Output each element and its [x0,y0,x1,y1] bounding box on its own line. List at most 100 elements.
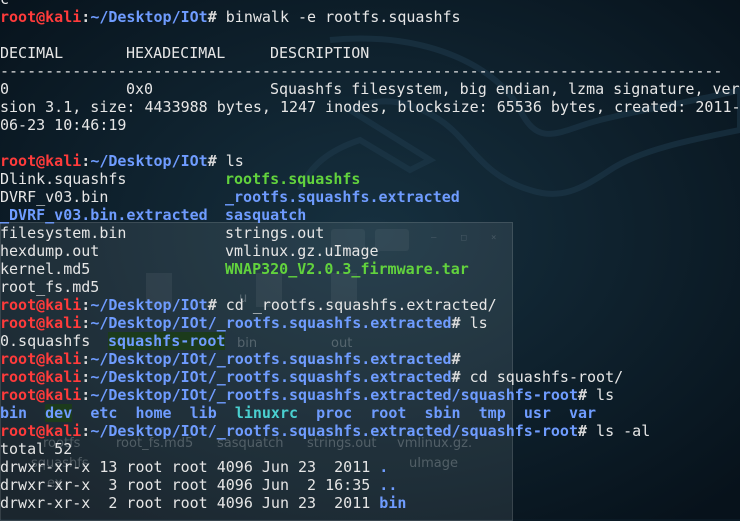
binwalk-result-wrap: 06-23 10:46:19 [0,116,127,134]
ls-entry: var [568,404,597,422]
prompt-separator: : [81,368,91,386]
command-text: ls -al [587,422,651,440]
prompt-line: root@kali:~/Desktop/IOt/_rootfs.squashfs… [0,314,740,332]
result-decimal: 0 [0,80,10,98]
command-text: ls [587,386,615,404]
terminal-line: c [0,0,740,8]
prompt-host: root@kali [0,152,82,170]
result-description: Squashfs filesystem, big endian, lzma si… [270,80,740,98]
prompt-path: ~/Desktop/IOt [90,8,208,26]
ls-entry: _rootfs.squashfs.extracted [225,188,460,206]
ls-entry: vmlinux.gz.uImage [225,242,379,260]
prompt-symbol: # [577,422,588,440]
ls-al-meta: drwxr-xr-x 2 root root 4096 Jun 23 2011 [0,494,380,512]
ls-entry: lib [189,404,217,422]
scrolled-text: c [0,0,9,8]
prompt-line: root@kali:~/Desktop/IOt/_rootfs.squashfs… [0,350,740,368]
prompt-separator: : [81,8,91,26]
prompt-line: root@kali:~/Desktop/IOt/_rootfs.squashfs… [0,386,740,404]
ls-al-meta: drwxr-xr-x 13 root root 4096 Jun 23 2011 [0,458,380,476]
command-text: ls [216,152,244,170]
prompt-path: ~/Desktop/IOt/_rootfs.squashfs.extracted [90,314,452,332]
ls-row: root_fs.md5 [0,278,740,296]
ls-al-row: drwxr-xr-x 3 root root 4096 Jun 2 16:35 … [0,476,740,494]
ls-total: total 52 [0,440,73,458]
ls-al-row: drwxr-xr-x 13 root root 4096 Jun 23 2011… [0,458,740,476]
prompt-host: root@kali [0,422,82,440]
header-description: DESCRIPTION [270,44,370,62]
prompt-path: ~/Desktop/IOt [90,152,208,170]
ls-row: bin dev etc home lib linuxrc proc root s… [0,404,740,422]
result-hexadecimal: 0x0 [126,80,154,98]
ls-entry: strings.out [225,224,325,242]
ls-row: DVRF_v03.bin _rootfs.squashfs.extracted [0,188,740,206]
prompt-path: ~/Desktop/IOt [90,296,208,314]
terminal-output[interactable]: c root@kali:~/Desktop/IOt# binwalk -e ro… [0,0,740,519]
prompt-host: root@kali [0,314,82,332]
prompt-separator: : [81,152,91,170]
ls-entry: _DVRF_v03.bin.extracted [0,206,208,224]
command-text: binwalk -e rootfs.squashfs [216,8,461,26]
ls-row: Dlink.squashfs rootfs.squashfs [0,170,740,188]
ls-entry: usr [523,404,551,422]
ls-al-name: . [379,458,389,476]
prompt-symbol: # [451,314,461,332]
prompt-symbol: # [207,296,217,314]
ls-entry: linuxrc [234,404,299,422]
prompt-symbol: # [451,368,461,386]
prompt-path: ~/Desktop/IOt/_rootfs.squashfs.extracted [90,368,452,386]
prompt-separator: : [81,296,91,314]
prompt-symbol: # [207,8,217,26]
ls-entry: proc [316,404,353,422]
prompt-path: ~/Desktop/IOt/_rootfs.squashfs.extracted… [90,422,578,440]
ls-al-row: drwxr-xr-x 2 root root 4096 Jun 23 2011 … [0,494,740,512]
prompt-host: root@kali [0,368,82,386]
prompt-path: ~/Desktop/IOt/_rootfs.squashfs.extracted… [90,386,578,404]
prompt-symbol: # [207,152,217,170]
command-text: cd _rootfs.squashfs.extracted/ [216,296,497,314]
prompt-host: root@kali [0,386,82,404]
binwalk-result: 0 0x0 Squashfs filesystem, big endian, lzm… [0,80,740,98]
prompt-host: root@kali [0,350,82,368]
command-text: ls [460,314,488,332]
ls-entry: kernel.md5 [0,260,91,278]
prompt-line: root@kali:~/Desktop/IOt/_rootfs.squashfs… [0,422,740,440]
ls-entry: filesystem.bin [0,224,127,242]
prompt-line: root@kali:~/Desktop/IOt# cd _rootfs.squa… [0,296,740,314]
prompt-separator: : [81,314,91,332]
ls-entry: tmp [478,404,506,422]
ls-row: hexdump.out vmlinux.gz.uImage [0,242,740,260]
ls-al-name: bin [379,494,407,512]
ls-entry: dev [45,404,73,422]
ls-row: _DVRF_v03.bin.extracted sasquatch [0,206,740,224]
ls-row: 0.squashfs squashfs-root [0,332,740,350]
header-hexadecimal: HEXADECIMAL [126,44,226,62]
prompt-separator: : [81,350,91,368]
ls-entry: WNAP320_V2.0.3_firmware.tar [225,260,469,278]
ls-entry: hexdump.out [0,242,100,260]
prompt-symbol: # [577,386,588,404]
ls-entry: squashfs-root [108,332,226,350]
ls-entry: etc [90,404,118,422]
ls-row: filesystem.bin strings.out [0,224,740,242]
ls-entry: home [135,404,172,422]
prompt-symbol: # [451,350,461,368]
prompt-separator: : [81,386,91,404]
prompt-separator: : [81,422,91,440]
ls-al-name: .. [379,476,398,494]
ls-entry: sasquatch [225,206,307,224]
command-text: cd squashfs-root/ [460,368,624,386]
ls-entry: root [370,404,407,422]
ls-al-meta: drwxr-xr-x 3 root root 4096 Jun 2 16:35 [0,476,380,494]
ls-entry: bin [0,404,28,422]
ls-entry: sbin [424,404,461,422]
prompt-line: root@kali:~/Desktop/IOt# binwalk -e root… [0,8,740,26]
ls-entry: root_fs.md5 [0,278,100,296]
binwalk-rule: ----------------------------------------… [0,62,723,80]
binwalk-header: DECIMAL HEXADECIMAL DESCRIPTION [0,44,740,62]
prompt-host: root@kali [0,8,82,26]
prompt-line: root@kali:~/Desktop/IOt/_rootfs.squashfs… [0,368,740,386]
ls-entry: DVRF_v03.bin [0,188,109,206]
